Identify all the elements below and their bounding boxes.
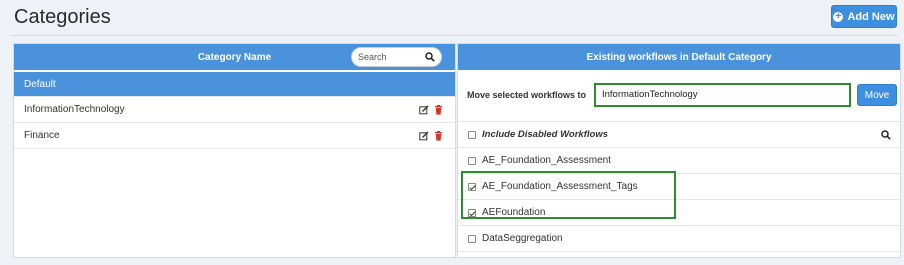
workflow-checkbox[interactable] xyxy=(468,234,476,243)
workflow-row[interactable]: AEFoundation xyxy=(458,200,900,226)
category-column-header: Category Name xyxy=(14,44,455,70)
row-actions xyxy=(419,131,443,141)
workflow-panel: Existing workflows in Default Category M… xyxy=(457,43,901,258)
category-search-box[interactable] xyxy=(351,47,442,67)
include-disabled-label: Include Disabled Workflows xyxy=(482,129,608,140)
workflow-row[interactable]: AE_Foundation_Assessment xyxy=(458,148,900,174)
delete-icon[interactable] xyxy=(434,131,443,141)
category-row-informationtechnology[interactable]: InformationTechnology xyxy=(14,97,455,123)
search-icon[interactable] xyxy=(425,52,435,62)
category-column-label: Category Name xyxy=(197,51,272,63)
move-button[interactable]: Move xyxy=(857,84,897,106)
workflow-row[interactable]: AE_Foundation_Assessment_Tags xyxy=(458,174,900,200)
category-search-input[interactable] xyxy=(358,52,424,62)
include-disabled-checkbox[interactable] xyxy=(468,130,476,139)
move-label: Move selected workflows to xyxy=(467,90,587,100)
delete-icon[interactable] xyxy=(434,105,443,115)
workflow-checkbox[interactable] xyxy=(468,182,476,191)
edit-icon[interactable] xyxy=(419,105,429,115)
category-row-finance[interactable]: Finance xyxy=(14,123,455,149)
include-disabled-row[interactable]: Include Disabled Workflows xyxy=(458,122,900,148)
category-name: Finance xyxy=(24,130,60,141)
row-actions xyxy=(419,105,443,115)
workflow-name: AE_Foundation_Assessment xyxy=(482,155,611,166)
workflow-name: AE_Foundation_Assessment_Tags xyxy=(482,181,638,192)
workflow-row[interactable]: DataSeggregation xyxy=(458,226,900,252)
workflow-name: DataSeggregation xyxy=(482,233,563,244)
category-name: InformationTechnology xyxy=(24,104,125,115)
workflow-name: AEFoundation xyxy=(482,207,546,218)
add-new-button[interactable]: + Add New xyxy=(831,5,897,28)
workflow-panel-header: Existing workflows in Default Category xyxy=(458,44,900,70)
workflow-panel-title: Existing workflows in Default Category xyxy=(586,51,772,63)
plus-circle-icon: + xyxy=(833,11,844,22)
add-new-label: Add New xyxy=(847,10,895,23)
category-name: Default xyxy=(24,78,56,90)
search-icon[interactable] xyxy=(881,130,891,140)
title-divider xyxy=(10,35,898,36)
edit-icon[interactable] xyxy=(419,131,429,141)
page-title: Categories xyxy=(14,6,111,28)
move-workflows-bar: Move selected workflows to InformationTe… xyxy=(458,70,900,122)
category-list-panel: Category Name Default InformationTechnol… xyxy=(13,43,456,258)
workflow-checkbox[interactable] xyxy=(468,208,476,217)
workflow-checkbox[interactable] xyxy=(468,156,476,165)
category-row-default[interactable]: Default xyxy=(14,72,455,97)
move-target-field[interactable]: InformationTechnology xyxy=(594,83,851,107)
